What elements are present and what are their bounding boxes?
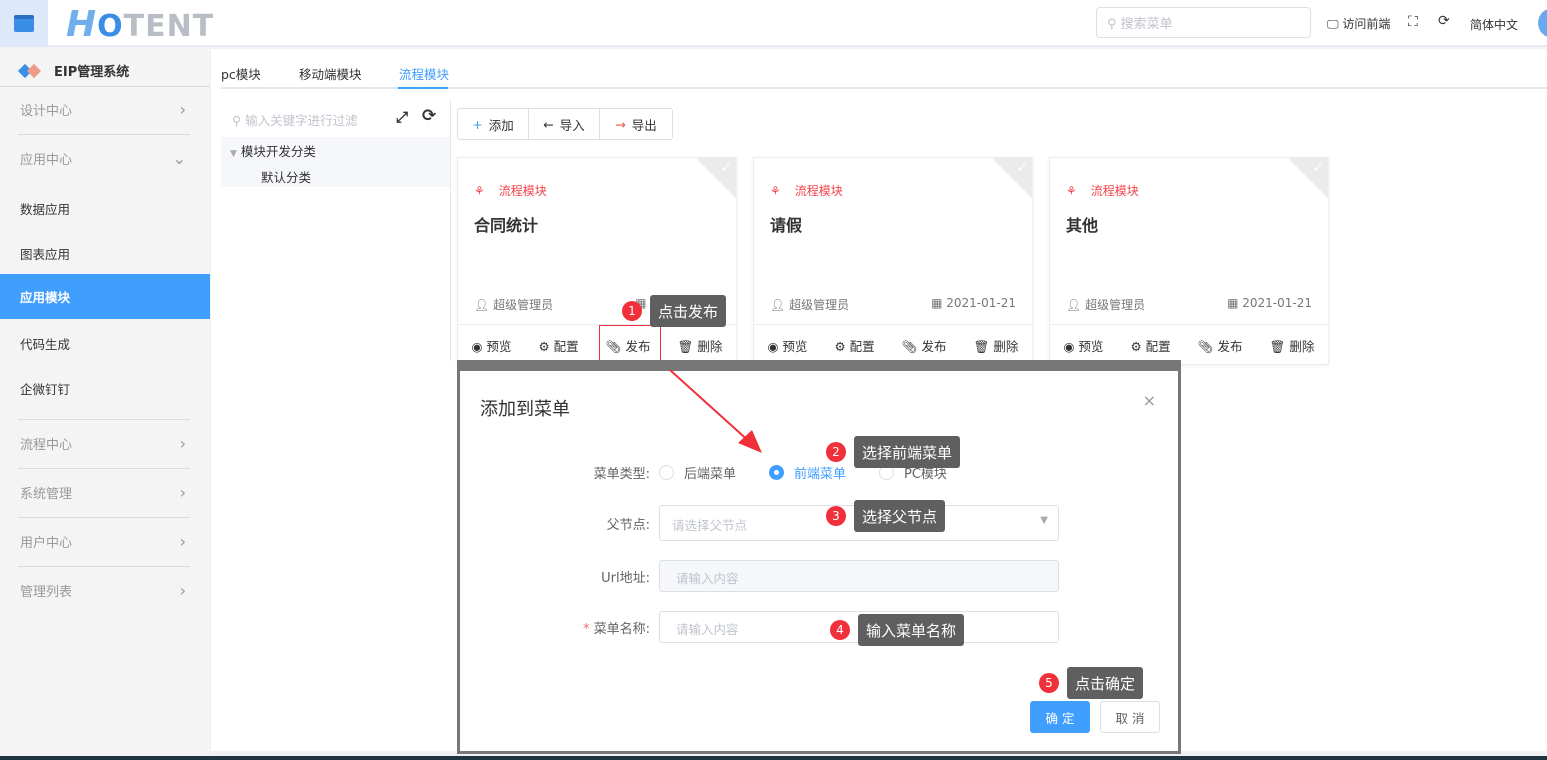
step-number: 3 xyxy=(826,506,846,526)
annotation-step: 3 选择父节点 xyxy=(826,500,946,532)
step-tooltip: 点击发布 xyxy=(650,295,727,327)
step-tooltip: 点击确定 xyxy=(1067,667,1144,699)
annotation-step: 1 点击发布 xyxy=(622,295,727,327)
step-number: 2 xyxy=(826,442,846,462)
step-number: 5 xyxy=(1039,673,1059,693)
step-number: 1 xyxy=(622,301,642,321)
annotation-arrow xyxy=(669,369,762,453)
step-tooltip: 选择父节点 xyxy=(854,500,946,532)
annotation-step: 4 输入菜单名称 xyxy=(830,614,965,646)
step-tooltip: 输入菜单名称 xyxy=(858,614,965,646)
taskbar xyxy=(0,756,1547,760)
annotation-step: 2 选择前端菜单 xyxy=(826,436,961,468)
step-number: 4 xyxy=(830,620,850,640)
annotation-step: 5 点击确定 xyxy=(1039,667,1144,699)
step-tooltip: 选择前端菜单 xyxy=(854,436,961,468)
